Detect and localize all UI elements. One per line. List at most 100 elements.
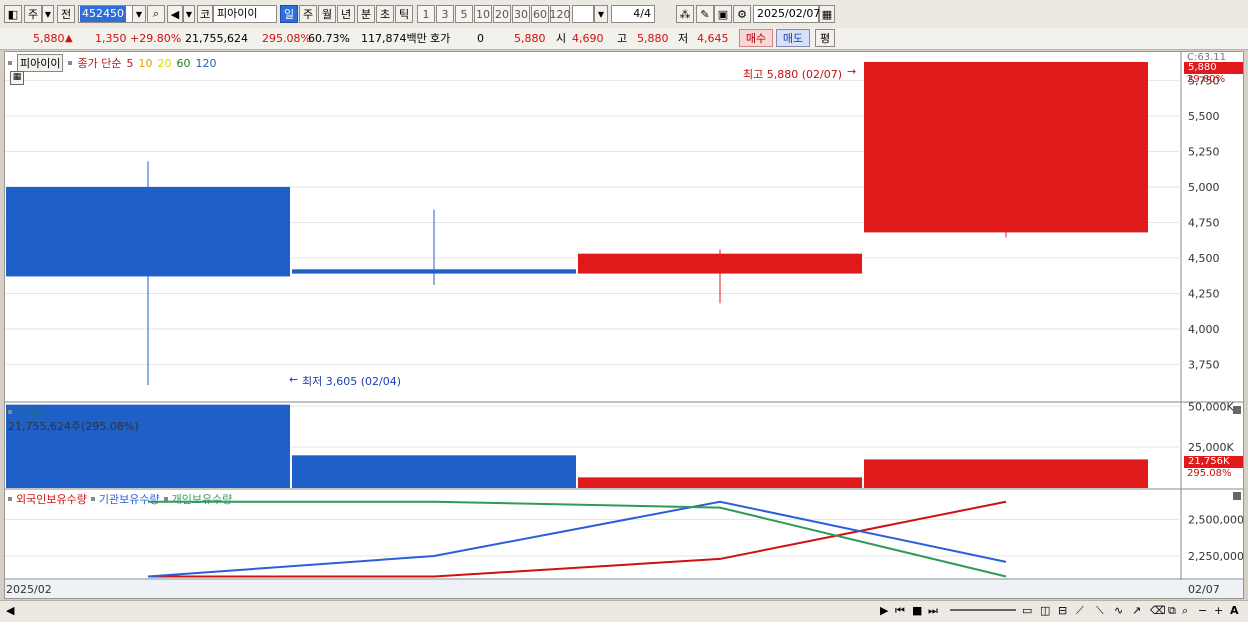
interval-label: 3 [441,7,449,21]
all-button[interactable]: 전 [57,5,75,23]
legend-foreign[interactable]: 외국인보유수량 [16,491,87,507]
legend-square-icon [68,61,73,65]
chart-area[interactable]: 5,750 5,500 5,250 5,000 4,750 4,500 4,250 4,000… [4,51,1244,599]
table-toggle-icon[interactable]: ▦ [10,71,24,85]
forward-icon[interactable]: ⏭ [928,604,938,618]
period-tick[interactable]: 틱 [395,5,413,23]
period-label: 년 [340,8,352,21]
period-label: 분 [360,8,372,21]
legend-square-icon [8,410,12,414]
buy-button[interactable]: 매수 [739,29,773,47]
interval-10[interactable]: 10 [474,5,492,23]
type-selector[interactable]: 주 [24,5,42,23]
period-label: 초 [379,8,391,21]
legend-stock-name[interactable]: 피아이이 [17,54,64,72]
interval-3[interactable]: 3 [436,5,454,23]
compare-icon[interactable]: ⁂ [676,5,694,23]
interval-30[interactable]: 30 [512,5,530,23]
hoga-label: 호가 [430,32,451,45]
market-badge: 코 [197,5,213,23]
search-icon[interactable]: ⌕ [147,5,165,23]
volume-panel-close-icon[interactable] [1233,406,1241,414]
zoom-out-icon[interactable]: − [1198,604,1207,617]
date-field[interactable]: 2025/02/07 [753,5,820,23]
candle-body [864,61,1148,233]
zoom-icon[interactable]: ⌕ [1182,604,1188,618]
volume-bar [864,459,1148,488]
legend-institution[interactable]: 기관보유수량 [99,491,160,507]
period-second[interactable]: 초 [376,5,394,23]
price-tick-label: 4,750 [1188,216,1220,229]
interval-20[interactable]: 20 [493,5,511,23]
copy-icon[interactable]: ⧉ [1168,604,1176,618]
interval-label: 20 [495,7,509,21]
low-label: 저 [678,32,689,45]
tools-icon[interactable]: ✎ [696,5,714,23]
calendar-icon[interactable]: ▦ [819,5,835,23]
period-month[interactable]: 월 [318,5,336,23]
period-label: 일 [283,8,295,21]
legend-ma-prefix: 종가 단순 [77,57,122,70]
window-icon[interactable]: ◧ [4,5,22,23]
draw-arrow-icon[interactable]: ↗ [1132,604,1141,617]
price-tick-label: 4,250 [1188,287,1220,300]
draw-line-icon[interactable]: ⟋ [1076,604,1084,618]
change-pct: +29.80% [130,32,182,45]
sell-button[interactable]: 매도 [776,29,810,47]
scroll-left-icon[interactable]: ◀ [6,604,14,617]
scroll-right-icon[interactable]: ▶ [880,604,888,617]
period-week[interactable]: 주 [299,5,317,23]
candle-body [292,269,576,274]
code-dropdown-icon[interactable]: ▼ [132,5,146,23]
type-label: 주 [27,8,39,21]
layout-icon[interactable]: ▭ [1022,604,1032,617]
draw-wave-icon[interactable]: ∿ [1114,604,1123,617]
holdings-tick-label: 2,500,000 [1188,513,1243,526]
split-icon[interactable]: ◫ [1040,604,1050,617]
zoom-slider[interactable] [950,609,1016,611]
right-volume-pct: 295.08% [1187,468,1232,479]
avg-button[interactable]: 평 [815,29,835,47]
indicator-icon[interactable]: ⊟ [1058,604,1067,617]
draw-trend-icon[interactable]: ⟍ [1096,604,1104,618]
market-label: 코 [199,8,211,21]
price-tick-label: 4,000 [1188,323,1220,336]
legend-ma-60: 60 [176,56,191,70]
interval-1[interactable]: 1 [417,5,435,23]
period-year[interactable]: 년 [337,5,355,23]
speaker-icon[interactable]: ◀ [167,5,183,23]
custom-interval-field[interactable] [572,5,594,23]
period-label: 월 [321,8,333,21]
interval-5[interactable]: 5 [455,5,473,23]
zoom-in-icon[interactable]: + [1214,604,1223,617]
interval-120[interactable]: 120 [549,5,571,23]
period-day[interactable]: 일 [280,5,298,23]
type-dropdown-icon[interactable]: ▼ [42,5,54,23]
stop-icon[interactable]: ■ [912,604,922,617]
open-label: 시 [556,32,567,45]
interval-label: 120 [549,7,571,21]
interval-60[interactable]: 60 [531,5,549,23]
custom-interval-dropdown-icon[interactable]: ▼ [594,5,608,23]
holdings-panel-close-icon[interactable] [1233,492,1241,500]
eraser-icon[interactable]: ⌫ [1150,604,1166,617]
legend-square-icon [8,497,12,501]
interval-label: 10 [476,7,490,21]
auto-icon[interactable]: A [1230,604,1239,617]
holdings-line [148,500,1007,578]
legend-square-icon [8,61,12,65]
period-minute[interactable]: 분 [357,5,375,23]
speaker-dropdown-icon[interactable]: ▼ [183,5,195,23]
volume-readout: 21,755,624주(295.08%) [8,420,139,433]
candle-body [578,253,862,274]
gear-icon[interactable]: ⚙ [733,5,751,23]
stock-name-field[interactable]: 피아이이 [213,5,277,23]
right-volume-tag: 21,756K [1184,456,1243,468]
quote-row: 5,880 ▲ 1,350 +29.80% 21,755,624 295.08%… [0,28,1248,50]
save-icon[interactable]: ▣ [714,5,732,23]
rewind-icon[interactable]: ⏮ [895,604,905,618]
stock-name: 피아이이 [217,7,258,20]
chart-svg[interactable]: 5,7505,5005,2505,0004,7504,5004,2504,000… [5,52,1243,598]
high-value: 5,880 [637,32,669,45]
legend-individual[interactable]: 개인보유수량 [172,491,233,507]
